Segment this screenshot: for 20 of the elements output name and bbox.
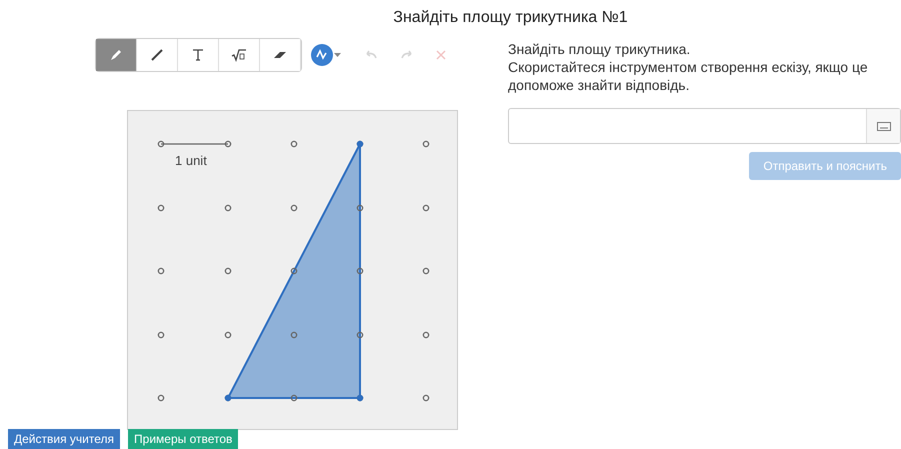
close-icon — [436, 50, 446, 60]
pencil-icon — [109, 48, 123, 62]
keyboard-icon — [876, 122, 890, 130]
eraser-icon — [272, 49, 288, 61]
prompt-text: Скористайтеся інструментом створення ескізу, якщо це допоможе знайти відповідь. — [508, 58, 869, 94]
footer-button[interactable]: Действия учителя — [8, 429, 120, 449]
undo-icon — [364, 50, 378, 60]
text-icon — [191, 48, 205, 62]
scale-label: 1 unit — [175, 152, 207, 170]
sketch-canvas[interactable]: 1 unit — [127, 110, 458, 430]
keyboard-button[interactable] — [866, 109, 900, 143]
page-title: Знайдіть площу трикутника №1 — [393, 8, 628, 28]
footer-button[interactable]: Примеры ответов — [128, 429, 238, 449]
line-icon — [150, 48, 164, 62]
answer-field[interactable] — [508, 108, 901, 144]
color-swatch-icon — [310, 43, 342, 67]
square-root-icon — [231, 48, 247, 62]
redo-icon — [400, 50, 414, 60]
color-picker-button[interactable] — [310, 43, 342, 67]
prompt-text: Знайдіть площу трикутника. — [508, 40, 692, 58]
